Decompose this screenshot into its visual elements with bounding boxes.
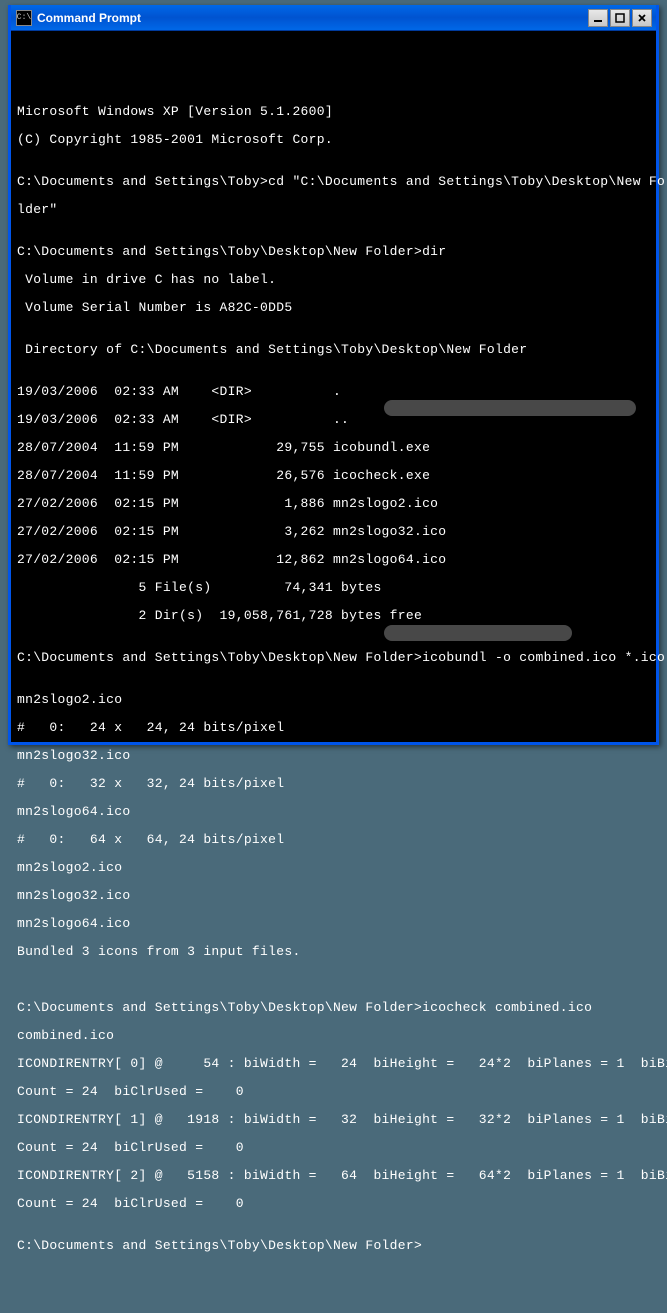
terminal-line: Volume Serial Number is A82C-0DD5 xyxy=(17,301,650,315)
terminal-text: Microsoft Windows XP [Version 5.1.2600] … xyxy=(17,91,650,1281)
terminal-line: 19/03/2006 02:33 AM <DIR> . xyxy=(17,385,650,399)
close-button[interactable] xyxy=(632,9,652,27)
terminal-line: Count = 24 biClrUsed = 0 xyxy=(17,1141,650,1155)
terminal-line: # 0: 32 x 32, 24 bits/pixel xyxy=(17,777,650,791)
terminal-line: C:\Documents and Settings\Toby\Desktop\N… xyxy=(17,1239,650,1253)
terminal-line: Microsoft Windows XP [Version 5.1.2600] xyxy=(17,105,650,119)
terminal-line: C:\Documents and Settings\Toby\Desktop\N… xyxy=(17,1001,650,1015)
terminal-line: C:\Documents and Settings\Toby\Desktop\N… xyxy=(17,245,650,259)
terminal-line: ICONDIRENTRY[ 0] @ 54 : biWidth = 24 biH… xyxy=(17,1057,650,1071)
terminal-line: lder" xyxy=(17,203,650,217)
terminal-line: mn2slogo64.ico xyxy=(17,917,650,931)
terminal-line: Directory of C:\Documents and Settings\T… xyxy=(17,343,650,357)
terminal-line: mn2slogo64.ico xyxy=(17,805,650,819)
minimize-button[interactable] xyxy=(588,9,608,27)
terminal-line: combined.ico xyxy=(17,1029,650,1043)
terminal-line: mn2slogo32.ico xyxy=(17,749,650,763)
terminal-line: mn2slogo2.ico xyxy=(17,693,650,707)
terminal-line: C:\Documents and Settings\Toby\Desktop\N… xyxy=(17,651,650,665)
close-icon xyxy=(637,13,647,23)
terminal-line: # 0: 64 x 64, 24 bits/pixel xyxy=(17,833,650,847)
terminal-output[interactable]: Microsoft Windows XP [Version 5.1.2600] … xyxy=(11,31,656,1313)
terminal-line: 27/02/2006 02:15 PM 3,262 mn2slogo32.ico xyxy=(17,525,650,539)
maximize-icon xyxy=(615,13,625,23)
window-title: Command Prompt xyxy=(37,11,588,25)
terminal-line: Count = 24 biClrUsed = 0 xyxy=(17,1085,650,1099)
terminal-line: C:\Documents and Settings\Toby>cd "C:\Do… xyxy=(17,175,650,189)
cmd-icon: C:\ xyxy=(16,10,32,26)
terminal-line: mn2slogo32.ico xyxy=(17,889,650,903)
terminal-line: 27/02/2006 02:15 PM 1,886 mn2slogo2.ico xyxy=(17,497,650,511)
maximize-button[interactable] xyxy=(610,9,630,27)
terminal-line: 2 Dir(s) 19,058,761,728 bytes free xyxy=(17,609,650,623)
terminal-line: 28/07/2004 11:59 PM 29,755 icobundl.exe xyxy=(17,441,650,455)
minimize-icon xyxy=(593,13,603,23)
terminal-line: (C) Copyright 1985-2001 Microsoft Corp. xyxy=(17,133,650,147)
window-controls xyxy=(588,9,652,27)
terminal-line: Bundled 3 icons from 3 input files. xyxy=(17,945,650,959)
terminal-line: 27/02/2006 02:15 PM 12,862 mn2slogo64.ic… xyxy=(17,553,650,567)
terminal-line: ICONDIRENTRY[ 1] @ 1918 : biWidth = 32 b… xyxy=(17,1113,650,1127)
terminal-line: Count = 24 biClrUsed = 0 xyxy=(17,1197,650,1211)
terminal-line: 28/07/2004 11:59 PM 26,576 icocheck.exe xyxy=(17,469,650,483)
terminal-line: ICONDIRENTRY[ 2] @ 5158 : biWidth = 64 b… xyxy=(17,1169,650,1183)
command-prompt-window: C:\ Command Prompt Microsoft Windows XP … xyxy=(8,5,659,745)
terminal-line: 19/03/2006 02:33 AM <DIR> .. xyxy=(17,413,650,427)
terminal-line: # 0: 24 x 24, 24 bits/pixel xyxy=(17,721,650,735)
terminal-line: mn2slogo2.ico xyxy=(17,861,650,875)
terminal-line: Volume in drive C has no label. xyxy=(17,273,650,287)
terminal-line: 5 File(s) 74,341 bytes xyxy=(17,581,650,595)
titlebar[interactable]: C:\ Command Prompt xyxy=(11,5,656,31)
